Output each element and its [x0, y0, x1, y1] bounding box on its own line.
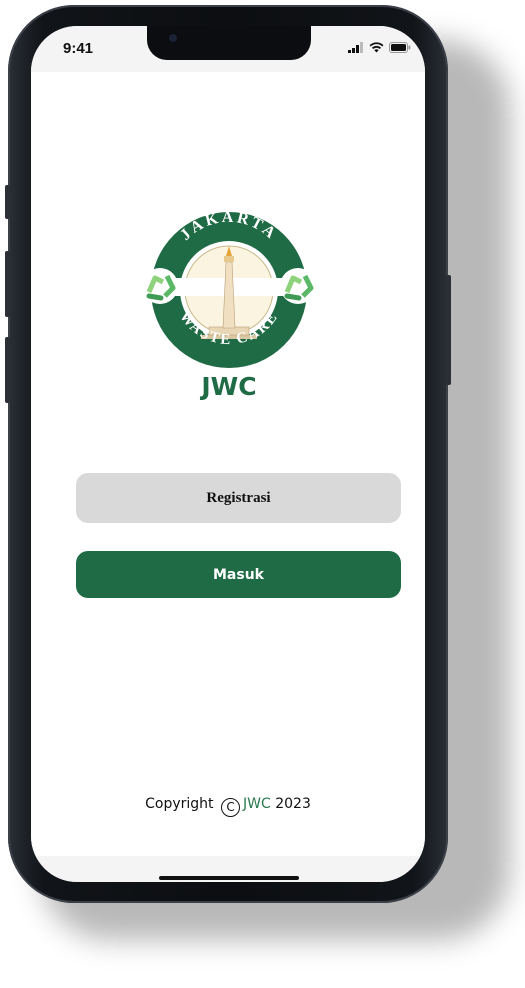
volume-down-button [5, 337, 10, 403]
copyright-footer: Copyright C JWC 2023 [31, 796, 425, 817]
register-button-label: Registrasi [206, 489, 271, 506]
login-button-label: Masuk [213, 566, 264, 583]
status-bar: 9:41 [31, 26, 425, 72]
phone-screen: 9:41 JAKARTA WASTE CARE JWC Registrasi M… [31, 26, 425, 882]
home-indicator[interactable] [159, 876, 299, 880]
copyright-icon: C [221, 798, 241, 817]
battery-icon [389, 41, 411, 53]
system-icons [348, 41, 411, 53]
camera-icon [169, 34, 177, 42]
jwc-logo: JAKARTA WASTE CARE JWC [142, 192, 316, 402]
mute-switch [5, 185, 10, 219]
home-area [31, 856, 425, 882]
logo-wordmark: JWC [199, 372, 256, 401]
copyright-year: 2023 [275, 796, 311, 812]
notch [147, 26, 311, 60]
volume-up-button [5, 251, 10, 317]
wifi-icon [369, 41, 384, 52]
copyright-prefix: Copyright [145, 796, 214, 812]
login-button[interactable]: Masuk [76, 551, 401, 598]
status-time: 9:41 [63, 40, 94, 57]
recycle-icon-left [142, 268, 178, 304]
recycle-icon-right [280, 268, 316, 304]
signal-icon [348, 41, 363, 53]
copyright-brand: JWC [243, 796, 271, 812]
app-content: JAKARTA WASTE CARE JWC Registrasi Masuk … [31, 72, 425, 856]
logo-emblem: JAKARTA WASTE CARE JWC [142, 209, 316, 401]
power-button [446, 275, 451, 385]
register-button[interactable]: Registrasi [76, 473, 401, 523]
